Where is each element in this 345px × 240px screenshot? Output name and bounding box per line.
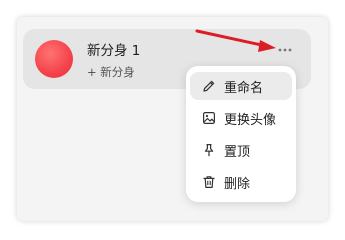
menu-item-rename[interactable]: 重命名 [190, 72, 292, 100]
menu-item-label: 删除 [224, 176, 251, 192]
ellipsis-icon [278, 48, 292, 52]
menu-item-pin[interactable]: 置顶 [190, 136, 292, 164]
menu-item-delete[interactable]: 删除 [190, 168, 292, 196]
trash-icon [202, 175, 216, 189]
context-menu: 重命名 更换头像 置顶 删除 [186, 66, 296, 202]
pin-icon [202, 143, 216, 157]
menu-item-label: 重命名 [224, 80, 264, 96]
more-options-button[interactable] [275, 43, 295, 57]
menu-item-label: 置顶 [224, 144, 251, 160]
menu-item-change-avatar[interactable]: 更换头像 [190, 104, 292, 132]
image-icon [202, 111, 216, 125]
avatar[interactable] [35, 40, 73, 78]
pencil-icon [202, 79, 216, 93]
profile-name: 新分身 1 [87, 43, 141, 59]
new-profile-link[interactable]: + 新分身 [87, 64, 135, 80]
menu-item-label: 更换头像 [224, 112, 277, 128]
